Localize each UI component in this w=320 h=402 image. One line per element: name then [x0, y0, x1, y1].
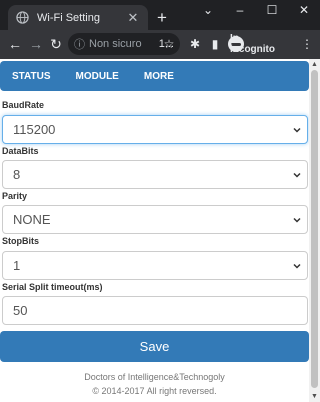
stopbits-select[interactable]: 1: [2, 251, 308, 280]
menu-icon[interactable]: ⋮: [298, 35, 316, 53]
globe-icon: [16, 11, 29, 24]
close-window-button[interactable]: ✕: [288, 0, 320, 20]
save-button[interactable]: Save: [0, 331, 309, 362]
tab-search-icon[interactable]: ⌄: [192, 0, 224, 20]
extensions-icon[interactable]: ✱: [186, 35, 204, 53]
chevron-down-icon: [293, 263, 301, 269]
parity-value: NONE: [13, 212, 51, 227]
scroll-up-arrow-icon[interactable]: ▲: [309, 59, 320, 70]
security-label: Non sicuro: [89, 38, 142, 50]
browser-tab-strip: Wi-Fi Setting ✕ + ⌄ – ☐ ✕: [0, 0, 320, 30]
scrollbar-thumb[interactable]: [311, 70, 318, 388]
stopbits-value: 1: [13, 258, 21, 273]
nav-more[interactable]: MORE: [144, 71, 174, 82]
side-panel-icon[interactable]: ▮: [206, 35, 224, 53]
parity-label: Parity: [2, 191, 28, 201]
timeout-label: Serial Split timeout(ms): [2, 282, 103, 292]
baudrate-select[interactable]: 115200: [2, 115, 308, 144]
databits-select[interactable]: 8: [2, 160, 308, 189]
info-icon[interactable]: ⓘ: [74, 36, 85, 52]
baudrate-label: BaudRate: [2, 100, 45, 110]
bookmark-star-icon[interactable]: ☆: [160, 35, 178, 53]
nav-status[interactable]: STATUS: [12, 71, 51, 82]
reload-icon[interactable]: ↻: [47, 35, 65, 53]
incognito-indicator[interactable]: In incognito: [228, 33, 275, 55]
scrollbar[interactable]: ▲ ▼: [309, 59, 320, 402]
tab-close-icon[interactable]: ✕: [126, 10, 140, 26]
browser-toolbar: ← → ↻ ⓘ Non sicuro 1... ☆ ✱ ▮ In incogni…: [0, 30, 320, 59]
tab-title: Wi-Fi Setting: [37, 11, 100, 24]
page-content: STATUS MODULE MORE BaudRate 115200 DataB…: [0, 59, 320, 402]
maximize-button[interactable]: ☐: [256, 0, 288, 20]
baudrate-value: 115200: [13, 122, 56, 137]
footer-copyright: © 2014-2017 All right reversed.: [92, 386, 217, 396]
window-controls: ⌄ – ☐ ✕: [192, 0, 320, 20]
stopbits-label: StopBits: [2, 236, 39, 246]
forward-arrow-icon[interactable]: →: [27, 35, 45, 53]
chevron-down-icon: [293, 127, 301, 133]
browser-tab[interactable]: Wi-Fi Setting ✕: [8, 5, 148, 30]
footer-company: Doctors of Intelligence&Technogoly: [84, 372, 225, 382]
top-navbar: STATUS MODULE MORE: [0, 61, 309, 91]
new-tab-button[interactable]: +: [153, 8, 171, 28]
parity-select[interactable]: NONE: [2, 205, 308, 234]
chevron-down-icon: [293, 172, 301, 178]
timeout-input[interactable]: 50: [2, 296, 308, 325]
minimize-button[interactable]: –: [224, 0, 256, 20]
nav-module[interactable]: MODULE: [76, 71, 119, 82]
databits-value: 8: [13, 167, 21, 182]
back-arrow-icon[interactable]: ←: [6, 35, 24, 53]
scroll-down-arrow-icon[interactable]: ▼: [309, 391, 320, 402]
chevron-down-icon: [293, 217, 301, 223]
databits-label: DataBits: [2, 146, 39, 156]
timeout-value: 50: [13, 303, 28, 318]
incognito-label: In incognito: [230, 33, 275, 55]
